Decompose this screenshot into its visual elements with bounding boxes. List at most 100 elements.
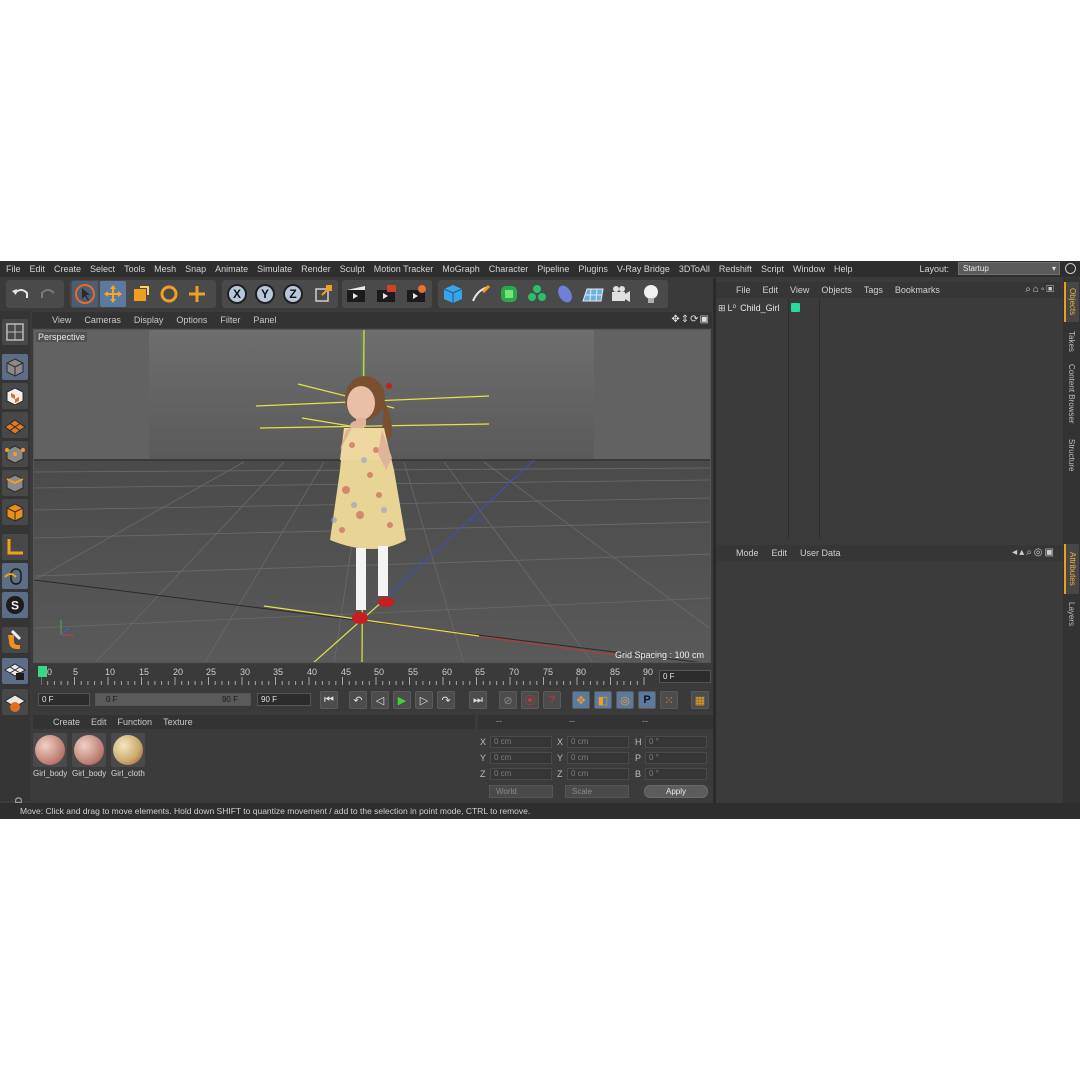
- planar-workplane-icon[interactable]: [2, 689, 28, 715]
- x-axis-icon[interactable]: X: [224, 281, 250, 307]
- menu-tools[interactable]: Tools: [124, 264, 145, 274]
- menu-vray-bridge[interactable]: V-Ray Bridge: [617, 264, 670, 274]
- redo-icon[interactable]: [35, 281, 61, 307]
- attribute-manager-tools-icons[interactable]: ◂▴⌕◎▣: [1012, 547, 1056, 558]
- next-key-icon[interactable]: ↷: [437, 691, 455, 709]
- tab-objects[interactable]: Objects: [1064, 282, 1079, 322]
- rotation-b-field[interactable]: 0 °: [645, 768, 707, 780]
- y-axis-icon[interactable]: Y: [252, 281, 278, 307]
- playhead-marker[interactable]: [38, 666, 47, 677]
- material-menu-texture[interactable]: Texture: [163, 717, 193, 727]
- go-to-start-icon[interactable]: ⏮: [320, 691, 338, 709]
- cube-icon[interactable]: [440, 281, 466, 307]
- menu-mograph[interactable]: MoGraph: [442, 264, 480, 274]
- render-view-icon[interactable]: [344, 281, 370, 307]
- light-icon[interactable]: [638, 281, 664, 307]
- key-position-icon[interactable]: ✥: [572, 691, 590, 709]
- play-icon[interactable]: ▶: [393, 691, 411, 709]
- viewport-menu-panel[interactable]: Panel: [253, 315, 276, 325]
- menu-render[interactable]: Render: [301, 264, 331, 274]
- menu-file[interactable]: File: [6, 264, 21, 274]
- texture-mode-icon[interactable]: [2, 383, 28, 409]
- material-menu-create[interactable]: Create: [53, 717, 80, 727]
- apply-button[interactable]: Apply: [644, 785, 708, 798]
- menu-script[interactable]: Script: [761, 264, 784, 274]
- material-menu-function[interactable]: Function: [118, 717, 153, 727]
- viewport-menu-filter[interactable]: Filter: [220, 315, 240, 325]
- objects-menu-bookmarks[interactable]: Bookmarks: [895, 285, 940, 295]
- frame-range-slider[interactable]: 0 F 90 F: [95, 693, 251, 706]
- tab-attributes[interactable]: Attributes: [1064, 544, 1079, 594]
- size-z-field[interactable]: 0 cm: [567, 768, 629, 780]
- attributes-menu-mode[interactable]: Mode: [736, 548, 759, 558]
- viewport-menu-cameras[interactable]: Cameras: [84, 315, 121, 325]
- axis-mode-icon[interactable]: [2, 534, 28, 560]
- record-disabled-icon[interactable]: ⊘: [499, 691, 517, 709]
- pen-spline-icon[interactable]: [468, 281, 494, 307]
- coordinate-size-mode-select[interactable]: Scale: [565, 785, 629, 798]
- points-mode-icon[interactable]: [2, 441, 28, 467]
- select-arrow-icon[interactable]: [72, 281, 98, 307]
- position-x-field[interactable]: 0 cm: [490, 736, 552, 748]
- tab-structure[interactable]: Structure: [1064, 432, 1079, 478]
- menu-create[interactable]: Create: [54, 264, 81, 274]
- camera-icon[interactable]: [608, 281, 634, 307]
- material-item[interactable]: Girl_body: [72, 733, 106, 779]
- attributes-menu-user-data[interactable]: User Data: [800, 548, 841, 558]
- coordinate-space-select[interactable]: World: [489, 785, 553, 798]
- make-editable-icon[interactable]: [2, 319, 28, 345]
- magnet-icon[interactable]: [2, 627, 28, 653]
- expand-icon[interactable]: ⊞: [718, 303, 726, 314]
- polygons-mode-icon[interactable]: [2, 499, 28, 525]
- render-picture-viewer-icon[interactable]: [374, 281, 400, 307]
- previous-key-icon[interactable]: ↶: [349, 691, 367, 709]
- move-icon[interactable]: [100, 281, 126, 307]
- menu-sculpt[interactable]: Sculpt: [340, 264, 365, 274]
- rotation-h-field[interactable]: 0 °: [645, 736, 707, 748]
- scale-icon[interactable]: [128, 281, 154, 307]
- tab-content-browser[interactable]: Content Browser: [1064, 360, 1079, 428]
- 3d-viewport[interactable]: Perspective Grid Spacing : 100 cm: [33, 329, 711, 663]
- viewport-menu-display[interactable]: Display: [134, 315, 164, 325]
- position-z-field[interactable]: 0 cm: [490, 768, 552, 780]
- previous-frame-icon[interactable]: ◁: [371, 691, 389, 709]
- menu-3dtoall[interactable]: 3DToAll: [679, 264, 710, 274]
- edges-mode-icon[interactable]: [2, 470, 28, 496]
- go-to-end-icon[interactable]: ⏭: [469, 691, 487, 709]
- viewport-menu-options[interactable]: Options: [176, 315, 207, 325]
- current-frame-field[interactable]: 0 F: [659, 670, 711, 683]
- position-y-field[interactable]: 0 cm: [490, 752, 552, 764]
- menu-select[interactable]: Select: [90, 264, 115, 274]
- menu-plugins[interactable]: Plugins: [578, 264, 608, 274]
- menu-window[interactable]: Window: [793, 264, 825, 274]
- material-menu-edit[interactable]: Edit: [91, 717, 107, 727]
- menu-pipeline[interactable]: Pipeline: [537, 264, 569, 274]
- material-item[interactable]: Girl_cloth: [111, 733, 145, 779]
- coordinate-system-icon[interactable]: [310, 281, 336, 307]
- object-row-child-girl[interactable]: ⊞ L⁰ Child_Girl: [718, 301, 780, 315]
- key-scale-icon[interactable]: ◧: [594, 691, 612, 709]
- z-axis-icon[interactable]: Z: [280, 281, 306, 307]
- material-item[interactable]: Girl_body: [33, 733, 67, 779]
- cloner-icon[interactable]: [524, 281, 550, 307]
- menu-simulate[interactable]: Simulate: [257, 264, 292, 274]
- menu-motion-tracker[interactable]: Motion Tracker: [374, 264, 434, 274]
- subdivision-surface-icon[interactable]: [496, 281, 522, 307]
- menu-snap[interactable]: Snap: [185, 264, 206, 274]
- key-parameter-icon[interactable]: P: [638, 691, 656, 709]
- viewport-menu-view[interactable]: View: [52, 315, 71, 325]
- timeline-window-icon[interactable]: ▦: [691, 691, 709, 709]
- deformer-icon[interactable]: [552, 281, 578, 307]
- menu-animate[interactable]: Animate: [215, 264, 248, 274]
- objects-menu-objects[interactable]: Objects: [821, 285, 852, 295]
- tab-takes[interactable]: Takes: [1064, 326, 1079, 356]
- layer-color-swatch[interactable]: [791, 303, 800, 312]
- start-frame-field[interactable]: 0 F: [38, 693, 90, 706]
- menu-character[interactable]: Character: [489, 264, 529, 274]
- record-active-icon[interactable]: ⦿: [521, 691, 539, 709]
- search-icon[interactable]: [1065, 263, 1076, 274]
- model-mode-icon[interactable]: [2, 354, 28, 380]
- object-manager-tools-icons[interactable]: ⌕⌂◦▣: [1025, 284, 1056, 295]
- floor-icon[interactable]: [580, 281, 606, 307]
- menu-help[interactable]: Help: [834, 264, 853, 274]
